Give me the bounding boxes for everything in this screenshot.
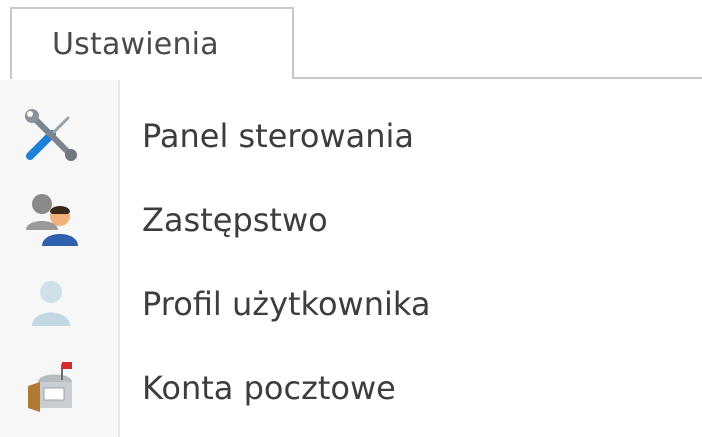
menu-item-label: Zastępstwo <box>142 201 328 239</box>
tab-strip: Ustawienia <box>0 0 702 80</box>
tab-settings[interactable]: Ustawienia <box>10 7 294 79</box>
tab-baseline <box>294 77 702 79</box>
menu-item-label: Panel sterowania <box>142 117 414 155</box>
menu-item-substitution[interactable]: Zastępstwo <box>0 178 702 262</box>
tools-icon <box>22 106 80 164</box>
menu-item-user-profile[interactable]: Profil użytkownika <box>0 262 702 346</box>
tab-settings-label: Ustawienia <box>52 26 219 62</box>
menu-item-label: Profil użytkownika <box>142 285 431 323</box>
user-profile-icon <box>22 274 80 332</box>
settings-panel: Ustawienia Panel sterowania Zastępstwo P… <box>0 0 702 437</box>
menu-item-mail-accounts[interactable]: Konta pocztowe <box>0 346 702 430</box>
menu-item-label: Konta pocztowe <box>142 369 396 407</box>
menu-item-control-panel[interactable]: Panel sterowania <box>0 94 702 178</box>
users-substitute-icon <box>22 190 80 248</box>
mailbox-icon <box>22 358 80 416</box>
settings-menu: Panel sterowania Zastępstwo Profil użytk… <box>0 80 702 437</box>
